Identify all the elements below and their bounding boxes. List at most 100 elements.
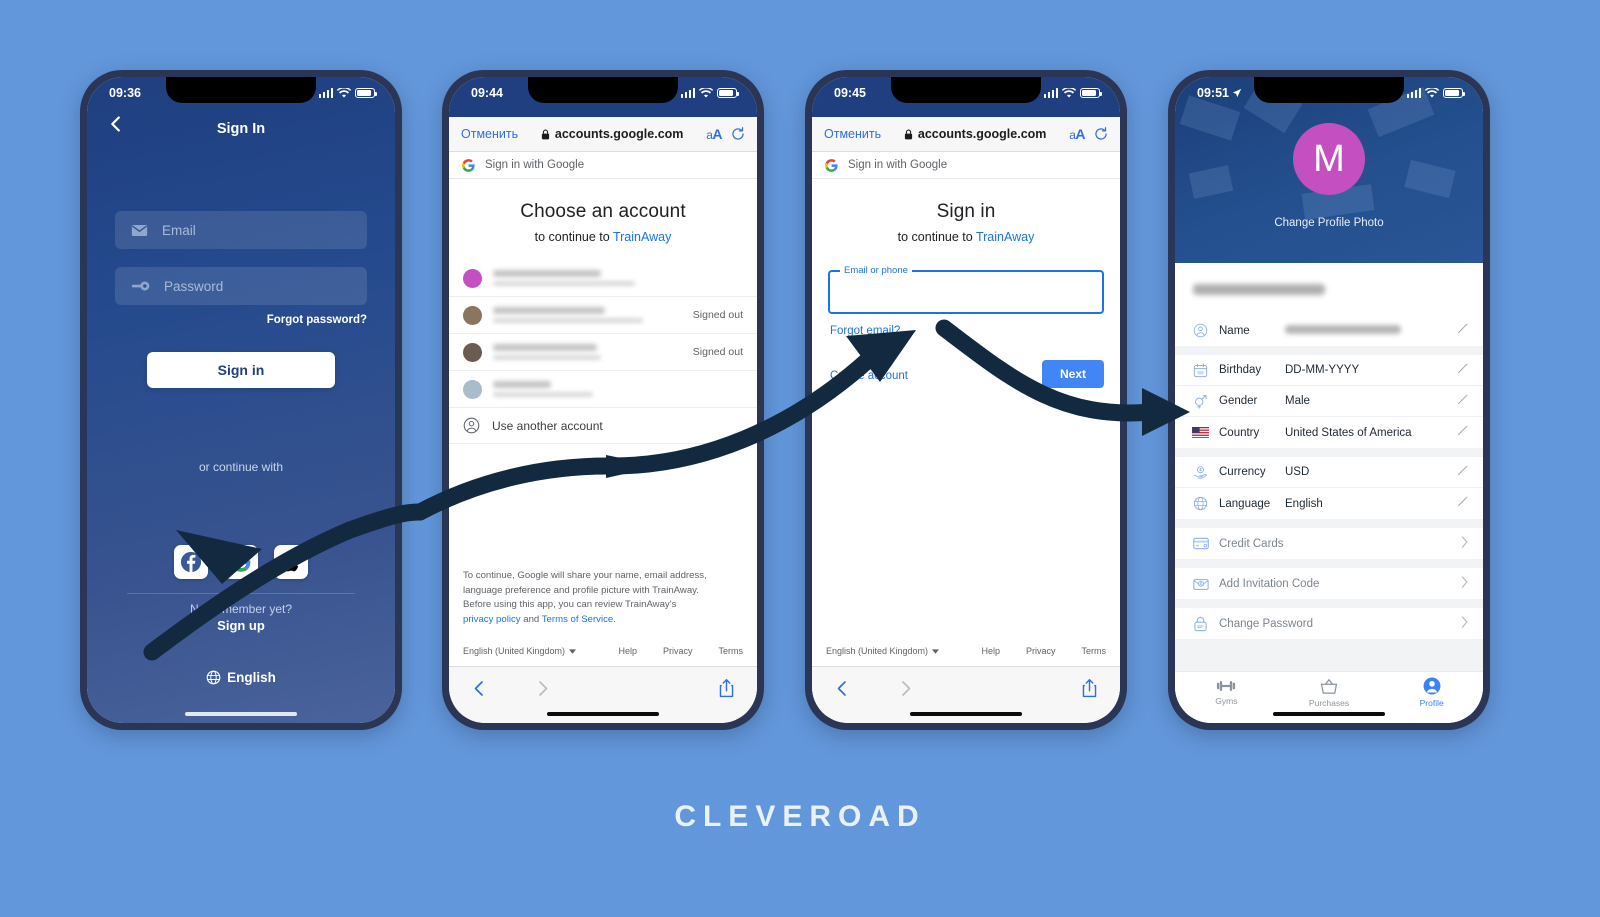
credit-card-icon bbox=[1191, 537, 1210, 550]
password-field[interactable]: Password bbox=[115, 267, 367, 305]
status-time: 09:44 bbox=[471, 86, 503, 100]
language-selector[interactable]: English bbox=[87, 670, 395, 685]
account-name-blurred bbox=[493, 270, 601, 277]
row-add-invitation-code[interactable]: Add Invitation Code bbox=[1175, 568, 1483, 599]
account-row[interactable] bbox=[449, 371, 757, 408]
tab-purchases[interactable]: Purchases bbox=[1278, 672, 1381, 713]
pencil-icon[interactable] bbox=[1457, 496, 1469, 511]
browser-address-bar: Отменить accounts.google.com aA bbox=[449, 117, 757, 152]
account-row[interactable] bbox=[449, 260, 757, 297]
url-text: accounts.google.com bbox=[917, 127, 1047, 141]
basket-icon bbox=[1320, 678, 1338, 694]
account-text bbox=[493, 307, 682, 323]
account-row[interactable]: Signed out bbox=[449, 334, 757, 371]
tab-gyms[interactable]: Gyms bbox=[1175, 672, 1278, 713]
help-link[interactable]: Help bbox=[618, 646, 637, 656]
phone-google-signin: 09:45 Отменить accounts.google.com aA Si… bbox=[805, 70, 1127, 730]
privacy-link[interactable]: Privacy bbox=[1026, 646, 1056, 656]
cancel-button[interactable]: Отменить bbox=[461, 127, 518, 141]
apple-login-button[interactable] bbox=[274, 545, 308, 579]
forgot-email-link[interactable]: Forgot email? bbox=[830, 325, 1120, 337]
lock-icon bbox=[904, 129, 913, 139]
battery-icon bbox=[1443, 88, 1465, 98]
wifi-icon bbox=[1062, 87, 1076, 98]
account-text bbox=[493, 381, 732, 397]
row-value: Male bbox=[1285, 395, 1310, 407]
terms-of-service-link[interactable]: Terms of Service bbox=[542, 614, 613, 625]
gender-icon bbox=[1191, 394, 1210, 409]
forgot-password-link[interactable]: Forgot password? bbox=[267, 314, 367, 326]
status-icons bbox=[1406, 87, 1465, 99]
privacy-policy-link[interactable]: privacy policy bbox=[463, 614, 521, 625]
row-label: Gender bbox=[1219, 395, 1258, 407]
url-display[interactable]: accounts.google.com bbox=[881, 127, 1069, 141]
row-gender[interactable]: Gender Male bbox=[1175, 386, 1483, 417]
chevron-right-icon bbox=[1461, 576, 1469, 591]
share-icon[interactable] bbox=[718, 678, 735, 698]
footer-language-select[interactable]: English (United Kingdom) bbox=[826, 646, 940, 656]
phone-signin: 09:36 Sign In Email Password Forgot pass… bbox=[80, 70, 402, 730]
signal-icon bbox=[1406, 88, 1421, 98]
disclaimer-links: privacy policy and Terms of Service. bbox=[463, 613, 616, 625]
account-status: Signed out bbox=[692, 309, 743, 321]
pencil-icon[interactable] bbox=[1457, 394, 1469, 409]
privacy-link[interactable]: Privacy bbox=[663, 646, 693, 656]
apple-icon bbox=[282, 552, 298, 572]
url-display[interactable]: accounts.google.com bbox=[518, 127, 706, 141]
chevron-right-icon bbox=[1461, 616, 1469, 631]
pencil-icon[interactable] bbox=[1457, 425, 1469, 440]
phone-choose-account: 09:44 Отменить accounts.google.com aA Si… bbox=[442, 70, 764, 730]
row-change-password[interactable]: Change Password bbox=[1175, 608, 1483, 639]
row-country[interactable]: Country United States of America bbox=[1175, 417, 1483, 448]
dumbbell-icon bbox=[1217, 681, 1236, 691]
chevron-left-icon[interactable] bbox=[834, 679, 850, 698]
email-field[interactable]: Email bbox=[115, 211, 367, 249]
sign-up-link[interactable]: Sign up bbox=[87, 618, 395, 633]
create-account-link[interactable]: Create account bbox=[830, 370, 908, 382]
row-label: Name bbox=[1219, 324, 1250, 337]
reload-icon[interactable] bbox=[1094, 127, 1108, 141]
row-credit-cards[interactable]: Credit Cards bbox=[1175, 528, 1483, 559]
help-link[interactable]: Help bbox=[981, 646, 1000, 656]
terms-link[interactable]: Terms bbox=[719, 646, 744, 656]
account-email-blurred bbox=[493, 318, 643, 323]
signal-icon bbox=[1043, 88, 1058, 98]
facebook-login-button[interactable] bbox=[174, 545, 208, 579]
change-profile-photo-link[interactable]: Change Profile Photo bbox=[1175, 217, 1483, 229]
signin-title: Sign in bbox=[936, 201, 996, 222]
or-continue-label: or continue with bbox=[198, 460, 284, 474]
row-language[interactable]: Language English bbox=[1175, 488, 1483, 519]
footer-language-select[interactable]: English (United Kingdom) bbox=[463, 646, 577, 656]
row-label: Currency bbox=[1219, 466, 1266, 478]
terms-link[interactable]: Terms bbox=[1082, 646, 1107, 656]
row-birthday[interactable]: Birthday DD-MM-YYYY bbox=[1175, 355, 1483, 386]
status-bar: 09:36 bbox=[87, 77, 395, 107]
share-icon[interactable] bbox=[1081, 678, 1098, 698]
group-separator bbox=[1175, 599, 1483, 608]
row-currency[interactable]: Currency USD bbox=[1175, 457, 1483, 488]
next-button[interactable]: Next bbox=[1041, 360, 1104, 388]
pencil-icon[interactable] bbox=[1457, 323, 1469, 338]
status-icons bbox=[318, 87, 377, 99]
group-separator bbox=[1175, 346, 1483, 355]
row-name[interactable]: Name bbox=[1175, 315, 1483, 346]
chevron-left-icon[interactable] bbox=[471, 679, 487, 698]
text-size-button[interactable]: aA bbox=[706, 126, 722, 142]
reload-icon[interactable] bbox=[731, 127, 745, 141]
cancel-button[interactable]: Отменить bbox=[824, 127, 881, 141]
pencil-icon[interactable] bbox=[1457, 465, 1469, 480]
flag-us-icon bbox=[1191, 427, 1210, 438]
use-another-account-row[interactable]: Use another account bbox=[449, 408, 757, 444]
invitation-icon bbox=[1191, 577, 1210, 591]
avatar bbox=[463, 379, 482, 399]
email-or-phone-input[interactable]: Email or phone bbox=[828, 265, 1104, 314]
avatar bbox=[463, 268, 482, 288]
pencil-icon[interactable] bbox=[1457, 363, 1469, 378]
text-size-button[interactable]: aA bbox=[1069, 126, 1085, 142]
avatar[interactable]: M bbox=[1293, 123, 1365, 195]
tab-profile[interactable]: Profile bbox=[1380, 672, 1483, 713]
account-row[interactable]: Signed out bbox=[449, 297, 757, 334]
sign-in-button[interactable]: Sign in bbox=[147, 352, 335, 388]
and-word: and bbox=[520, 613, 542, 625]
google-login-button[interactable] bbox=[224, 545, 258, 579]
